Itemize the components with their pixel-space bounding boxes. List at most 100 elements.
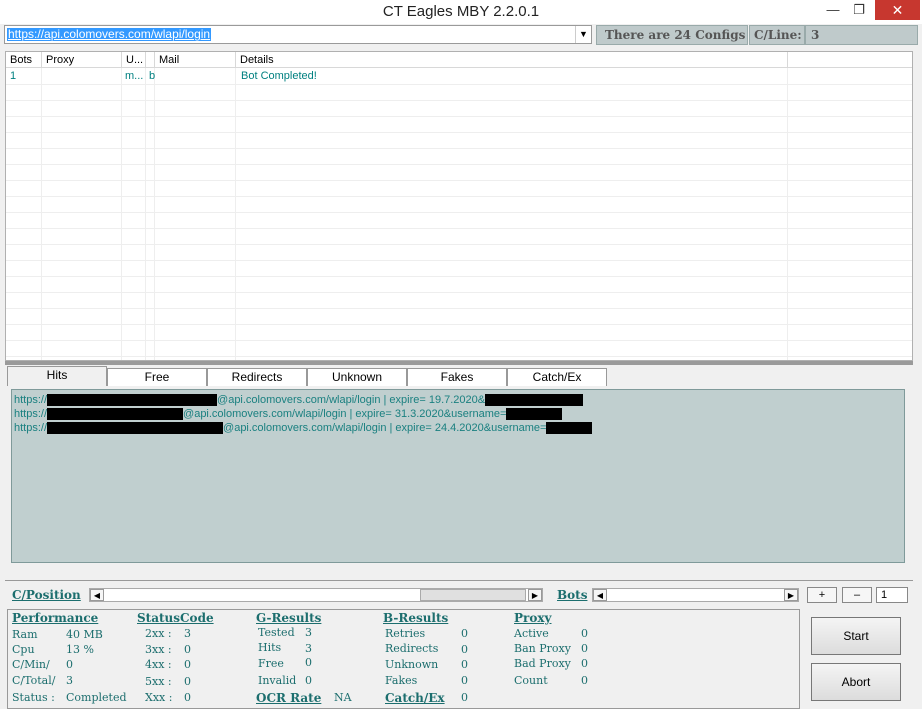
bad-proxy-value: 0 bbox=[581, 657, 588, 670]
grid-header: Bots Proxy U... Mail Details bbox=[6, 52, 912, 68]
bots-grid[interactable]: Bots Proxy U... Mail Details 1 m... b Bo… bbox=[5, 51, 913, 361]
status-xxx-label: Xxx : bbox=[145, 691, 173, 704]
tab-hits[interactable]: Hits bbox=[7, 366, 107, 386]
url-value[interactable]: https://api.colomovers.com/wlapi/login bbox=[7, 28, 212, 41]
status-5xx-label: 5xx : bbox=[145, 675, 172, 688]
maximize-icon[interactable]: ❐ bbox=[844, 0, 874, 20]
redirects-label: Redirects bbox=[385, 642, 439, 655]
status-5xx-value: 0 bbox=[184, 675, 191, 688]
bad-proxy-label: Bad Proxy bbox=[514, 657, 571, 670]
scroll-right-icon[interactable]: ▶ bbox=[784, 589, 798, 601]
scroll-left-icon[interactable]: ◀ bbox=[90, 589, 104, 601]
status-value: Completed bbox=[66, 691, 127, 704]
catch-ex-link[interactable]: Catch/Ex bbox=[385, 691, 445, 705]
grid-row-line bbox=[6, 116, 912, 117]
row-details: Bot Completed! bbox=[241, 70, 317, 82]
status-3xx-value: 0 bbox=[184, 643, 191, 656]
catch-ex-value: 0 bbox=[461, 691, 468, 704]
col-proxy[interactable]: Proxy bbox=[42, 52, 122, 68]
proxy-title: Proxy bbox=[514, 611, 552, 625]
cmin-value: 0 bbox=[66, 658, 73, 671]
title-bar: CT Eagles MBY 2.2.0.1 — ❐ ✕ bbox=[0, 0, 922, 24]
status-4xx-label: 4xx : bbox=[145, 658, 172, 671]
start-button[interactable]: Start bbox=[811, 617, 901, 655]
redirects-value: 0 bbox=[461, 643, 468, 656]
performance-title: Performance bbox=[12, 611, 99, 625]
hit-line: https:// @api.colomovers.com/wlapi/login … bbox=[14, 393, 902, 407]
active-label: Active bbox=[514, 627, 549, 640]
status-4xx-value: 0 bbox=[184, 658, 191, 671]
fakes-value: 0 bbox=[461, 674, 468, 687]
hits-textbox[interactable]: https:// @api.colomovers.com/wlapi/login … bbox=[11, 389, 905, 563]
ctotal-value: 3 bbox=[66, 674, 73, 687]
retries-value: 0 bbox=[461, 627, 468, 640]
close-icon[interactable]: ✕ bbox=[875, 0, 920, 20]
hit-prefix: https:// bbox=[14, 394, 48, 406]
redaction-block bbox=[47, 422, 224, 435]
splitter[interactable] bbox=[5, 361, 913, 365]
col-x[interactable] bbox=[146, 52, 155, 68]
tab-unknown[interactable]: Unknown bbox=[307, 368, 407, 386]
tab-free[interactable]: Free bbox=[107, 368, 207, 386]
chevron-down-icon[interactable]: ▼ bbox=[575, 26, 591, 43]
minus-button[interactable]: – bbox=[842, 587, 872, 603]
hits-value: 3 bbox=[305, 642, 312, 655]
col-details[interactable]: Details bbox=[236, 52, 788, 68]
grid-row-line bbox=[6, 276, 912, 277]
redaction-block bbox=[485, 394, 584, 407]
invalid-value: 0 bbox=[305, 674, 312, 687]
tab-catch-ex[interactable]: Catch/Ex bbox=[507, 368, 607, 386]
bresults-title: B-Results bbox=[383, 611, 449, 625]
status-label: Status : bbox=[12, 691, 55, 704]
grid-row-line bbox=[6, 132, 912, 133]
grid-row-line bbox=[6, 356, 912, 357]
count-value: 0 bbox=[581, 674, 588, 687]
scroll-thumb[interactable] bbox=[420, 589, 526, 601]
row-u: m... bbox=[125, 70, 144, 82]
grid-row-line bbox=[6, 244, 912, 245]
grid-row-line bbox=[6, 84, 912, 85]
results-tabs: Hits Free Redirects Unknown Fakes Catch/… bbox=[7, 366, 912, 386]
hit-text: @api.colomovers.com/wlapi/login | expire… bbox=[217, 394, 486, 406]
grid-row-line bbox=[6, 228, 912, 229]
url-combobox[interactable]: https://api.colomovers.com/wlapi/login ▼ bbox=[4, 25, 592, 44]
hit-text: @api.colomovers.com/wlapi/login | expire… bbox=[223, 422, 547, 434]
ban-proxy-value: 0 bbox=[581, 642, 588, 655]
statuscode-title: StatusCode bbox=[137, 611, 214, 625]
status-xxx-value: 0 bbox=[184, 691, 191, 704]
cposition-link[interactable]: C/Position bbox=[12, 588, 81, 602]
plus-button[interactable]: + bbox=[807, 587, 837, 603]
grid-row-line bbox=[6, 292, 912, 293]
scroll-left-icon[interactable]: ◀ bbox=[593, 589, 607, 601]
ocr-rate-link[interactable]: OCR Rate bbox=[256, 691, 321, 705]
hit-line: https:// @api.colomovers.com/wlapi/login … bbox=[14, 421, 902, 435]
active-value: 0 bbox=[581, 627, 588, 640]
tab-redirects[interactable]: Redirects bbox=[207, 368, 307, 386]
ocr-rate-value: NA bbox=[334, 691, 352, 704]
col-u[interactable]: U... bbox=[122, 52, 146, 68]
cposition-scrollbar[interactable]: ◀ ▶ bbox=[89, 588, 543, 602]
redaction-block bbox=[506, 408, 563, 421]
cmin-label: C/Min/ bbox=[12, 658, 50, 671]
bots-count-field[interactable]: 1 bbox=[876, 587, 908, 603]
hit-prefix: https:// bbox=[14, 408, 48, 420]
invalid-label: Invalid bbox=[258, 674, 297, 687]
cline-label: C/Line: bbox=[749, 25, 805, 45]
scroll-right-icon[interactable]: ▶ bbox=[528, 589, 542, 601]
free-label: Free bbox=[258, 657, 284, 670]
cpu-label: Cpu bbox=[12, 643, 35, 656]
retries-label: Retries bbox=[385, 627, 426, 640]
bots-scrollbar[interactable]: ◀ ▶ bbox=[592, 588, 799, 602]
bots-link[interactable]: Bots bbox=[557, 588, 587, 602]
grid-row-line bbox=[6, 100, 912, 101]
redaction-block bbox=[47, 408, 184, 421]
grid-row-line bbox=[6, 340, 912, 341]
col-bots[interactable]: Bots bbox=[6, 52, 42, 68]
col-mail[interactable]: Mail bbox=[155, 52, 236, 68]
row-x: b bbox=[149, 70, 156, 82]
tab-fakes[interactable]: Fakes bbox=[407, 368, 507, 386]
configs-count-label: There are 24 Configs bbox=[596, 25, 748, 45]
redaction-block bbox=[546, 422, 593, 435]
grid-row-line bbox=[6, 324, 912, 325]
abort-button[interactable]: Abort bbox=[811, 663, 901, 701]
